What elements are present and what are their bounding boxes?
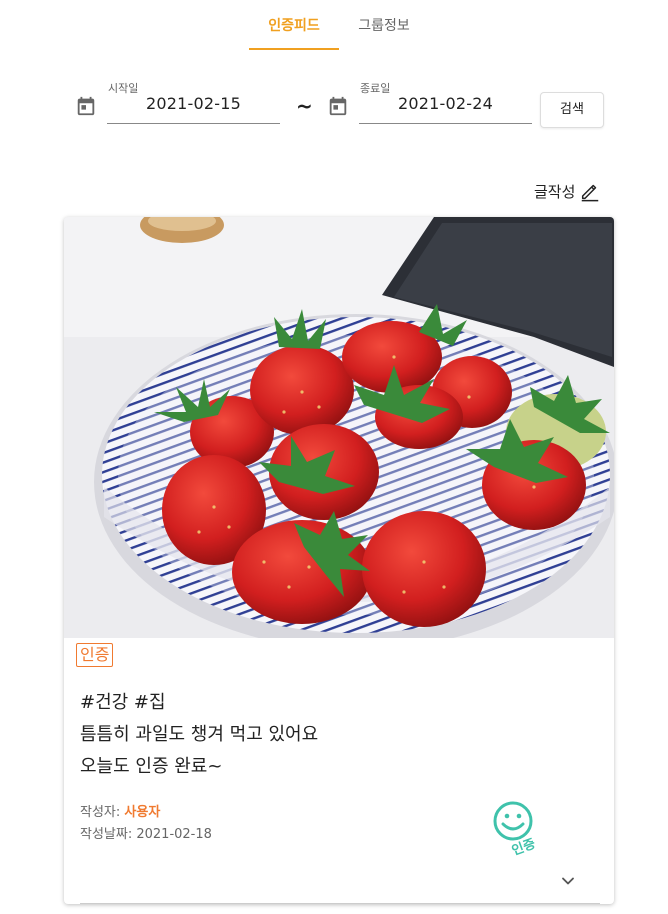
search-button[interactable]: 검색	[540, 92, 604, 128]
author-label: 작성자:	[80, 805, 125, 820]
write-post-label: 글작성	[534, 182, 576, 201]
tab-group-info[interactable]: 그룹정보	[340, 16, 428, 36]
post-card[interactable]: 인증 #건강 #집 틈틈히 과일도 챙겨 먹고 있어요 오늘도 인증 완료~ 작…	[64, 217, 614, 904]
post-line: 오늘도 인증 완료~	[80, 756, 223, 777]
start-date-underline	[107, 123, 280, 124]
post-body: #건강 #집 틈틈히 과일도 챙겨 먹고 있어요 오늘도 인증 완료~	[80, 687, 580, 783]
active-tab-indicator	[249, 48, 339, 50]
end-date-underline	[359, 123, 532, 124]
write-post-button[interactable]: 글작성	[534, 178, 601, 204]
post-hashtags: #건강 #집	[80, 692, 166, 713]
smiley-icon	[493, 801, 533, 841]
tab-auth-feed[interactable]: 인증피드	[248, 16, 340, 36]
end-date-field[interactable]: 종료일 2021-02-24	[359, 80, 532, 124]
calendar-icon[interactable]	[75, 95, 97, 117]
chevron-down-icon[interactable]	[558, 871, 578, 891]
start-date-field[interactable]: 시작일 2021-02-15	[107, 80, 280, 124]
start-date-value[interactable]: 2021-02-15	[107, 94, 280, 113]
card-divider	[80, 903, 600, 904]
date-label: 작성날짜:	[80, 827, 137, 842]
certification-badge: 인증	[76, 643, 114, 667]
post-line: 틈틈히 과일도 챙겨 먹고 있어요	[80, 724, 319, 745]
post-date: 2021-02-18	[136, 827, 212, 842]
post-photo	[64, 217, 614, 638]
author-name[interactable]: 사용자	[124, 805, 160, 820]
post-date-row: 작성날짜: 2021-02-18	[80, 823, 212, 842]
certification-stamp: 인증	[493, 801, 538, 859]
pencil-icon	[582, 184, 599, 202]
post-author-row: 작성자: 사용자	[80, 801, 160, 820]
calendar-icon[interactable]	[327, 95, 349, 117]
date-range-separator: ~	[296, 94, 313, 118]
tab-bar: 인증피드 그룹정보	[0, 0, 668, 52]
end-date-value[interactable]: 2021-02-24	[359, 94, 532, 113]
